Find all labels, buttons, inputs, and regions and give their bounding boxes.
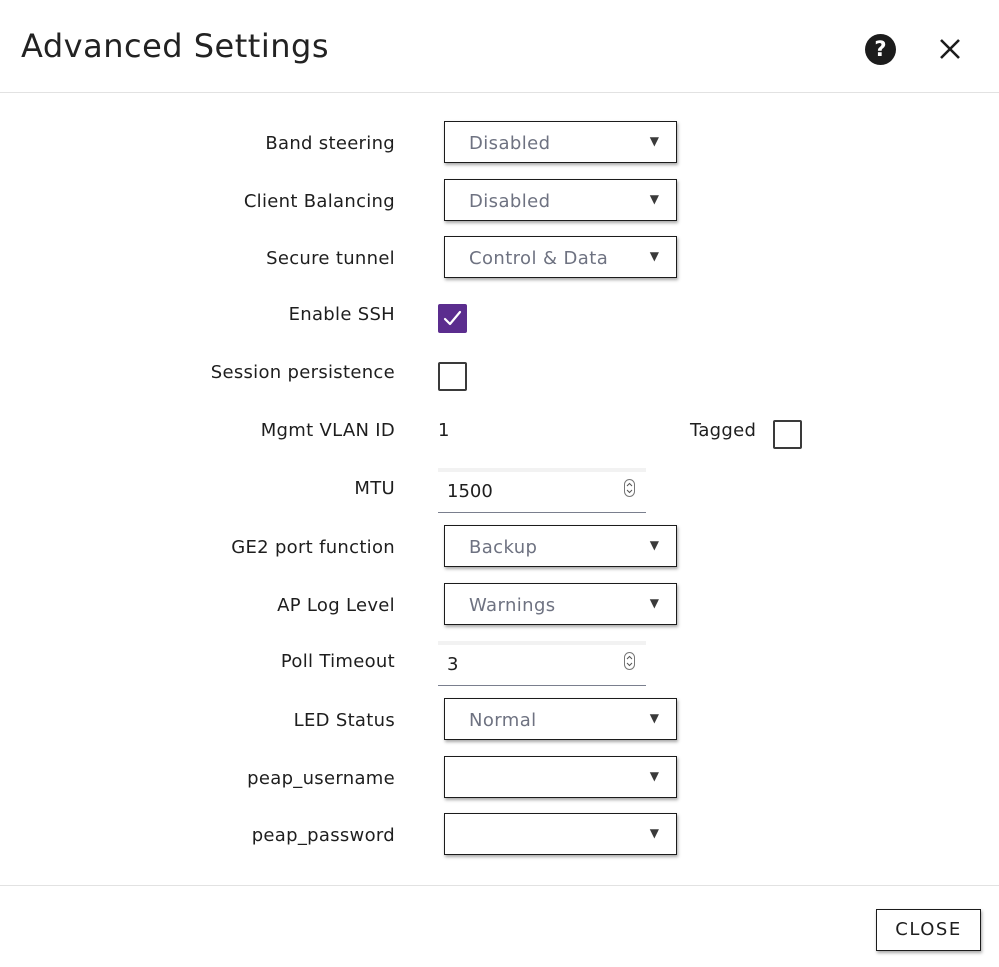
secure-tunnel-value: Control & Data xyxy=(469,248,609,269)
peap-username-select[interactable]: ▼ xyxy=(444,756,677,798)
band-steering-label: Band steering xyxy=(265,133,395,154)
ap-log-level-row: AP Log Level Warnings ▼ xyxy=(0,583,999,629)
ge2-port-row: GE2 port function Backup ▼ xyxy=(0,525,999,571)
session-persistence-row: Session persistence xyxy=(0,360,999,406)
poll-timeout-input[interactable]: 3 xyxy=(438,641,646,686)
ge2-port-select[interactable]: Backup ▼ xyxy=(444,525,677,567)
mgmt-vlan-row: Mgmt VLAN ID 1 Tagged xyxy=(0,418,999,464)
poll-timeout-row: Poll Timeout 3 xyxy=(0,641,999,691)
client-balancing-select[interactable]: Disabled ▼ xyxy=(444,179,677,221)
led-status-label: LED Status xyxy=(293,710,395,731)
caret-down-icon: ▼ xyxy=(649,711,659,725)
enable-ssh-label: Enable SSH xyxy=(288,304,395,325)
peap-username-row: peap_username ▼ xyxy=(0,756,999,802)
mtu-input[interactable]: 1500 xyxy=(438,468,646,513)
ge2-port-value: Backup xyxy=(469,537,538,558)
enable-ssh-checkbox[interactable] xyxy=(438,304,467,333)
spinner-icon[interactable] xyxy=(624,652,635,670)
poll-timeout-label: Poll Timeout xyxy=(280,651,395,672)
secure-tunnel-label: Secure tunnel xyxy=(266,248,395,269)
session-persistence-checkbox[interactable] xyxy=(438,362,467,391)
ge2-port-label: GE2 port function xyxy=(231,537,395,558)
band-steering-select[interactable]: Disabled ▼ xyxy=(444,121,677,163)
secure-tunnel-row: Secure tunnel Control & Data ▼ xyxy=(0,236,999,282)
band-steering-value: Disabled xyxy=(469,133,551,154)
dialog-header: Advanced Settings ? xyxy=(0,0,999,93)
client-balancing-label: Client Balancing xyxy=(243,191,395,212)
caret-down-icon: ▼ xyxy=(649,192,659,206)
mtu-value: 1500 xyxy=(447,481,493,502)
mtu-row: MTU 1500 xyxy=(0,468,999,518)
ap-log-level-value: Warnings xyxy=(469,595,556,616)
checkmark-icon xyxy=(443,310,462,326)
led-status-select[interactable]: Normal ▼ xyxy=(444,698,677,740)
peap-password-label: peap_password xyxy=(251,825,395,846)
tagged-label: Tagged xyxy=(690,420,757,441)
enable-ssh-row: Enable SSH xyxy=(0,302,999,348)
peap-password-select[interactable]: ▼ xyxy=(444,813,677,855)
mgmt-vlan-value: 1 xyxy=(438,420,450,441)
mgmt-vlan-label: Mgmt VLAN ID xyxy=(260,420,395,441)
caret-down-icon: ▼ xyxy=(649,596,659,610)
dialog-footer: CLOSE xyxy=(0,885,999,967)
close-button[interactable]: CLOSE xyxy=(876,909,981,951)
caret-down-icon: ▼ xyxy=(649,769,659,783)
advanced-settings-dialog: Advanced Settings ? Band steering Disabl… xyxy=(0,0,999,967)
dialog-title: Advanced Settings xyxy=(21,27,329,65)
mtu-label: MTU xyxy=(354,478,395,499)
caret-down-icon: ▼ xyxy=(649,538,659,552)
led-status-row: LED Status Normal ▼ xyxy=(0,698,999,744)
question-circle-icon[interactable]: ? xyxy=(865,34,896,65)
peap-password-row: peap_password ▼ xyxy=(0,813,999,859)
client-balancing-row: Client Balancing Disabled ▼ xyxy=(0,179,999,225)
caret-down-icon: ▼ xyxy=(649,249,659,263)
peap-username-label: peap_username xyxy=(247,768,395,789)
secure-tunnel-select[interactable]: Control & Data ▼ xyxy=(444,236,677,278)
caret-down-icon: ▼ xyxy=(649,134,659,148)
tagged-checkbox[interactable] xyxy=(773,420,802,449)
led-status-value: Normal xyxy=(469,710,537,731)
ap-log-level-label: AP Log Level xyxy=(277,595,395,616)
caret-down-icon: ▼ xyxy=(649,826,659,840)
band-steering-row: Band steering Disabled ▼ xyxy=(0,121,999,167)
close-x-icon[interactable] xyxy=(934,33,966,65)
client-balancing-value: Disabled xyxy=(469,191,551,212)
spinner-icon[interactable] xyxy=(624,479,635,497)
ap-log-level-select[interactable]: Warnings ▼ xyxy=(444,583,677,625)
session-persistence-label: Session persistence xyxy=(210,362,395,383)
poll-timeout-value: 3 xyxy=(447,654,459,675)
